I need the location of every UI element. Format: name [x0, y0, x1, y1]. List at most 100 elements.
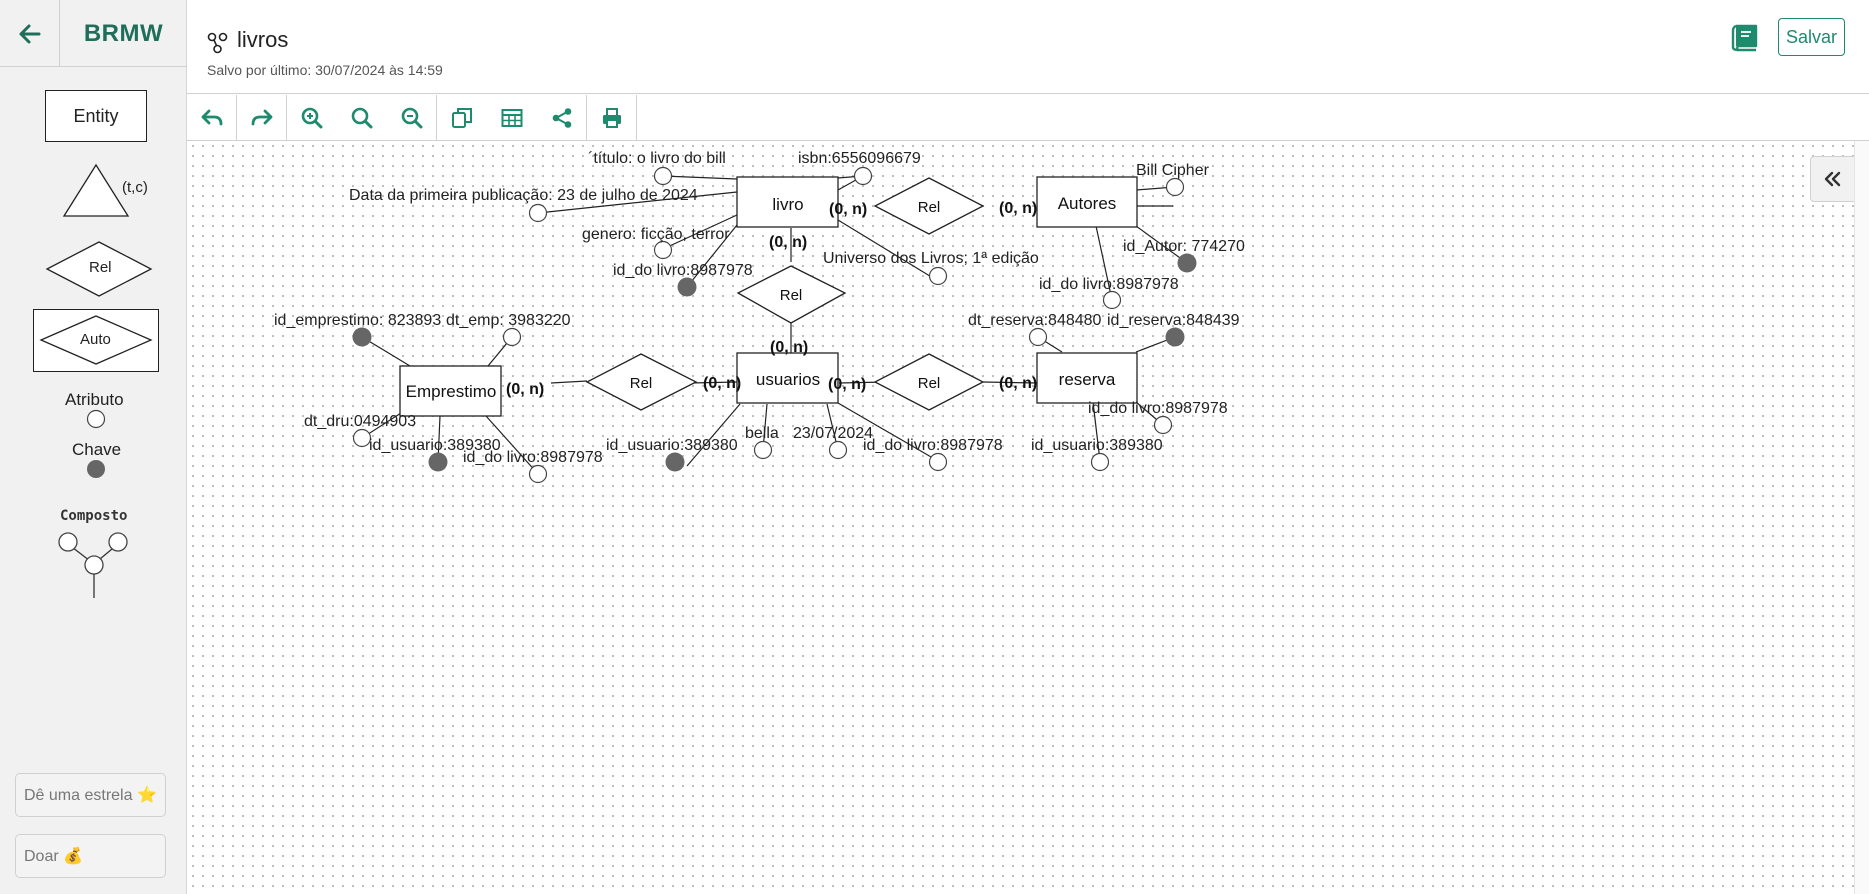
attribute-label: Bill Cipher — [1136, 162, 1210, 179]
key-node[interactable] — [428, 452, 448, 472]
cardinality-label: (0, n) — [829, 201, 867, 218]
sidebar: BRMW Entity (t,c) Rel Auto Atributo Chav… — [0, 0, 187, 894]
table-icon — [501, 109, 523, 127]
key-tool[interactable]: Chave — [40, 440, 150, 480]
relationship-livro-usuarios[interactable]: Rel — [736, 265, 847, 324]
key-tool-label: Chave — [72, 440, 122, 459]
attribute-node[interactable] — [653, 166, 673, 186]
docs-button[interactable] — [1730, 24, 1760, 57]
sidebar-header: BRMW — [0, 0, 187, 67]
zoom-out-icon — [401, 107, 422, 129]
key-node[interactable] — [1177, 253, 1197, 273]
attribute-node[interactable] — [928, 452, 948, 472]
entity-emprestimo-label: Emprestimo — [406, 382, 497, 401]
redo-icon — [251, 109, 272, 126]
entity-tool-label: Entity — [73, 105, 119, 126]
specialization-tool-label: (t,c) — [122, 179, 148, 196]
duplicate-button[interactable] — [437, 95, 487, 141]
table-button[interactable] — [487, 95, 537, 141]
attribute-label: id_emprestimo: 823893 — [274, 312, 441, 329]
auto-relationship-tool-label: Auto — [80, 331, 111, 348]
composite-tool[interactable]: Composto — [40, 508, 150, 598]
save-button[interactable]: Salvar — [1778, 18, 1845, 56]
attribute-label: dt_emp: 3983220 — [446, 312, 571, 329]
print-button[interactable] — [587, 95, 637, 141]
key-circle-icon — [87, 460, 105, 478]
attribute-label: dt_reserva:848480 — [968, 312, 1102, 329]
attribute-node[interactable] — [528, 203, 548, 223]
undo-button[interactable] — [187, 95, 237, 141]
back-button[interactable] — [0, 0, 60, 67]
relationship-label: Rel — [780, 287, 803, 304]
collapse-panel-button[interactable] — [1810, 156, 1854, 202]
relationship-livro-autores[interactable]: Rel — [873, 177, 985, 235]
attribute-label: 23/07/2024 — [793, 425, 873, 442]
attribute-label: ´título: o livro do bill — [588, 150, 726, 167]
attribute-label: Data da primeira publicação: 23 de julho… — [349, 187, 698, 204]
attribute-node[interactable] — [928, 266, 948, 286]
key-node[interactable] — [677, 277, 697, 297]
attribute-node[interactable] — [753, 440, 773, 460]
auto-relationship-tool[interactable]: Auto — [33, 309, 159, 372]
entity-reserva-label: reserva — [1059, 370, 1116, 389]
diagram-canvas[interactable]: livro Autores usuarios Emprestimo reserv… — [188, 141, 1854, 894]
attribute-label: id_do livro:8987978 — [613, 262, 753, 279]
double-chevron-left-icon — [1824, 171, 1840, 187]
zoom-reset-button[interactable] — [337, 95, 387, 141]
key-node[interactable] — [665, 452, 685, 472]
cardinality-label: (0, n) — [769, 234, 807, 251]
entity-livro[interactable]: livro — [736, 176, 839, 228]
attribute-node[interactable] — [828, 440, 848, 460]
last-saved-text: Salvo por último: 30/07/2024 às 14:59 — [207, 62, 443, 78]
donate-button[interactable]: Doar 💰 — [15, 834, 166, 878]
attribute-node[interactable] — [352, 428, 372, 448]
entity-livro-label: livro — [772, 195, 803, 214]
star-button[interactable]: Dê uma estrela ⭐ — [15, 773, 166, 817]
zoom-out-button[interactable] — [387, 95, 437, 141]
attribute-circle-icon — [86, 409, 106, 429]
entity-tool[interactable]: Entity — [45, 90, 147, 142]
entity-reserva[interactable]: reserva — [1036, 352, 1138, 404]
relationship-tool[interactable]: Rel — [44, 240, 154, 298]
relationship-emprestimo-usuarios[interactable]: Rel — [585, 353, 698, 411]
share-button[interactable] — [537, 95, 587, 141]
entity-emprestimo[interactable]: Emprestimo — [399, 365, 502, 417]
entity-autores[interactable]: Autores — [1036, 176, 1138, 228]
attribute-node[interactable] — [1102, 290, 1122, 310]
vertical-scrollbar[interactable] — [1854, 141, 1869, 894]
attribute-label: id_do livro:8987978 — [1088, 400, 1228, 417]
diagram-icon — [207, 32, 228, 54]
attribute-label: id_do livro:8987978 — [1039, 276, 1179, 293]
specialization-tool[interactable]: (t,c) — [60, 163, 160, 219]
relationship-usuarios-reserva[interactable]: Rel — [873, 353, 985, 411]
attribute-node[interactable] — [1165, 177, 1185, 197]
attribute-node[interactable] — [528, 464, 548, 484]
page-title[interactable]: livros — [237, 27, 288, 53]
cardinality-label: (0, n) — [770, 339, 808, 356]
key-node[interactable] — [352, 327, 372, 347]
arrow-left-icon — [19, 24, 40, 43]
attribute-label: bella — [745, 425, 779, 442]
composite-tool-label: Composto — [60, 508, 128, 524]
entity-usuarios[interactable]: usuarios — [736, 352, 839, 404]
header: livros Salvo por último: 30/07/2024 às 1… — [187, 0, 1869, 94]
zoom-in-button[interactable] — [287, 95, 337, 141]
attribute-node[interactable] — [653, 240, 673, 260]
redo-button[interactable] — [237, 95, 287, 141]
zoom-in-icon — [301, 107, 323, 129]
brand-logo: BRMW — [83, 19, 164, 47]
attribute-tool[interactable]: Atributo — [40, 390, 150, 430]
duplicate-icon — [452, 108, 472, 128]
cardinality-label: (0, n) — [703, 375, 741, 392]
attribute-node[interactable] — [502, 327, 522, 347]
attribute-node[interactable] — [1090, 452, 1110, 472]
attribute-node[interactable] — [853, 166, 873, 186]
attribute-node[interactable] — [1028, 327, 1048, 347]
key-node[interactable] — [1165, 327, 1185, 347]
attribute-label: id_reserva:848439 — [1107, 312, 1240, 329]
entity-usuarios-label: usuarios — [756, 370, 820, 389]
attribute-node[interactable] — [1153, 415, 1173, 435]
app: BRMW Entity (t,c) Rel Auto Atributo Chav… — [0, 0, 1869, 894]
print-icon — [602, 108, 621, 128]
zoom-reset-icon — [351, 107, 373, 129]
